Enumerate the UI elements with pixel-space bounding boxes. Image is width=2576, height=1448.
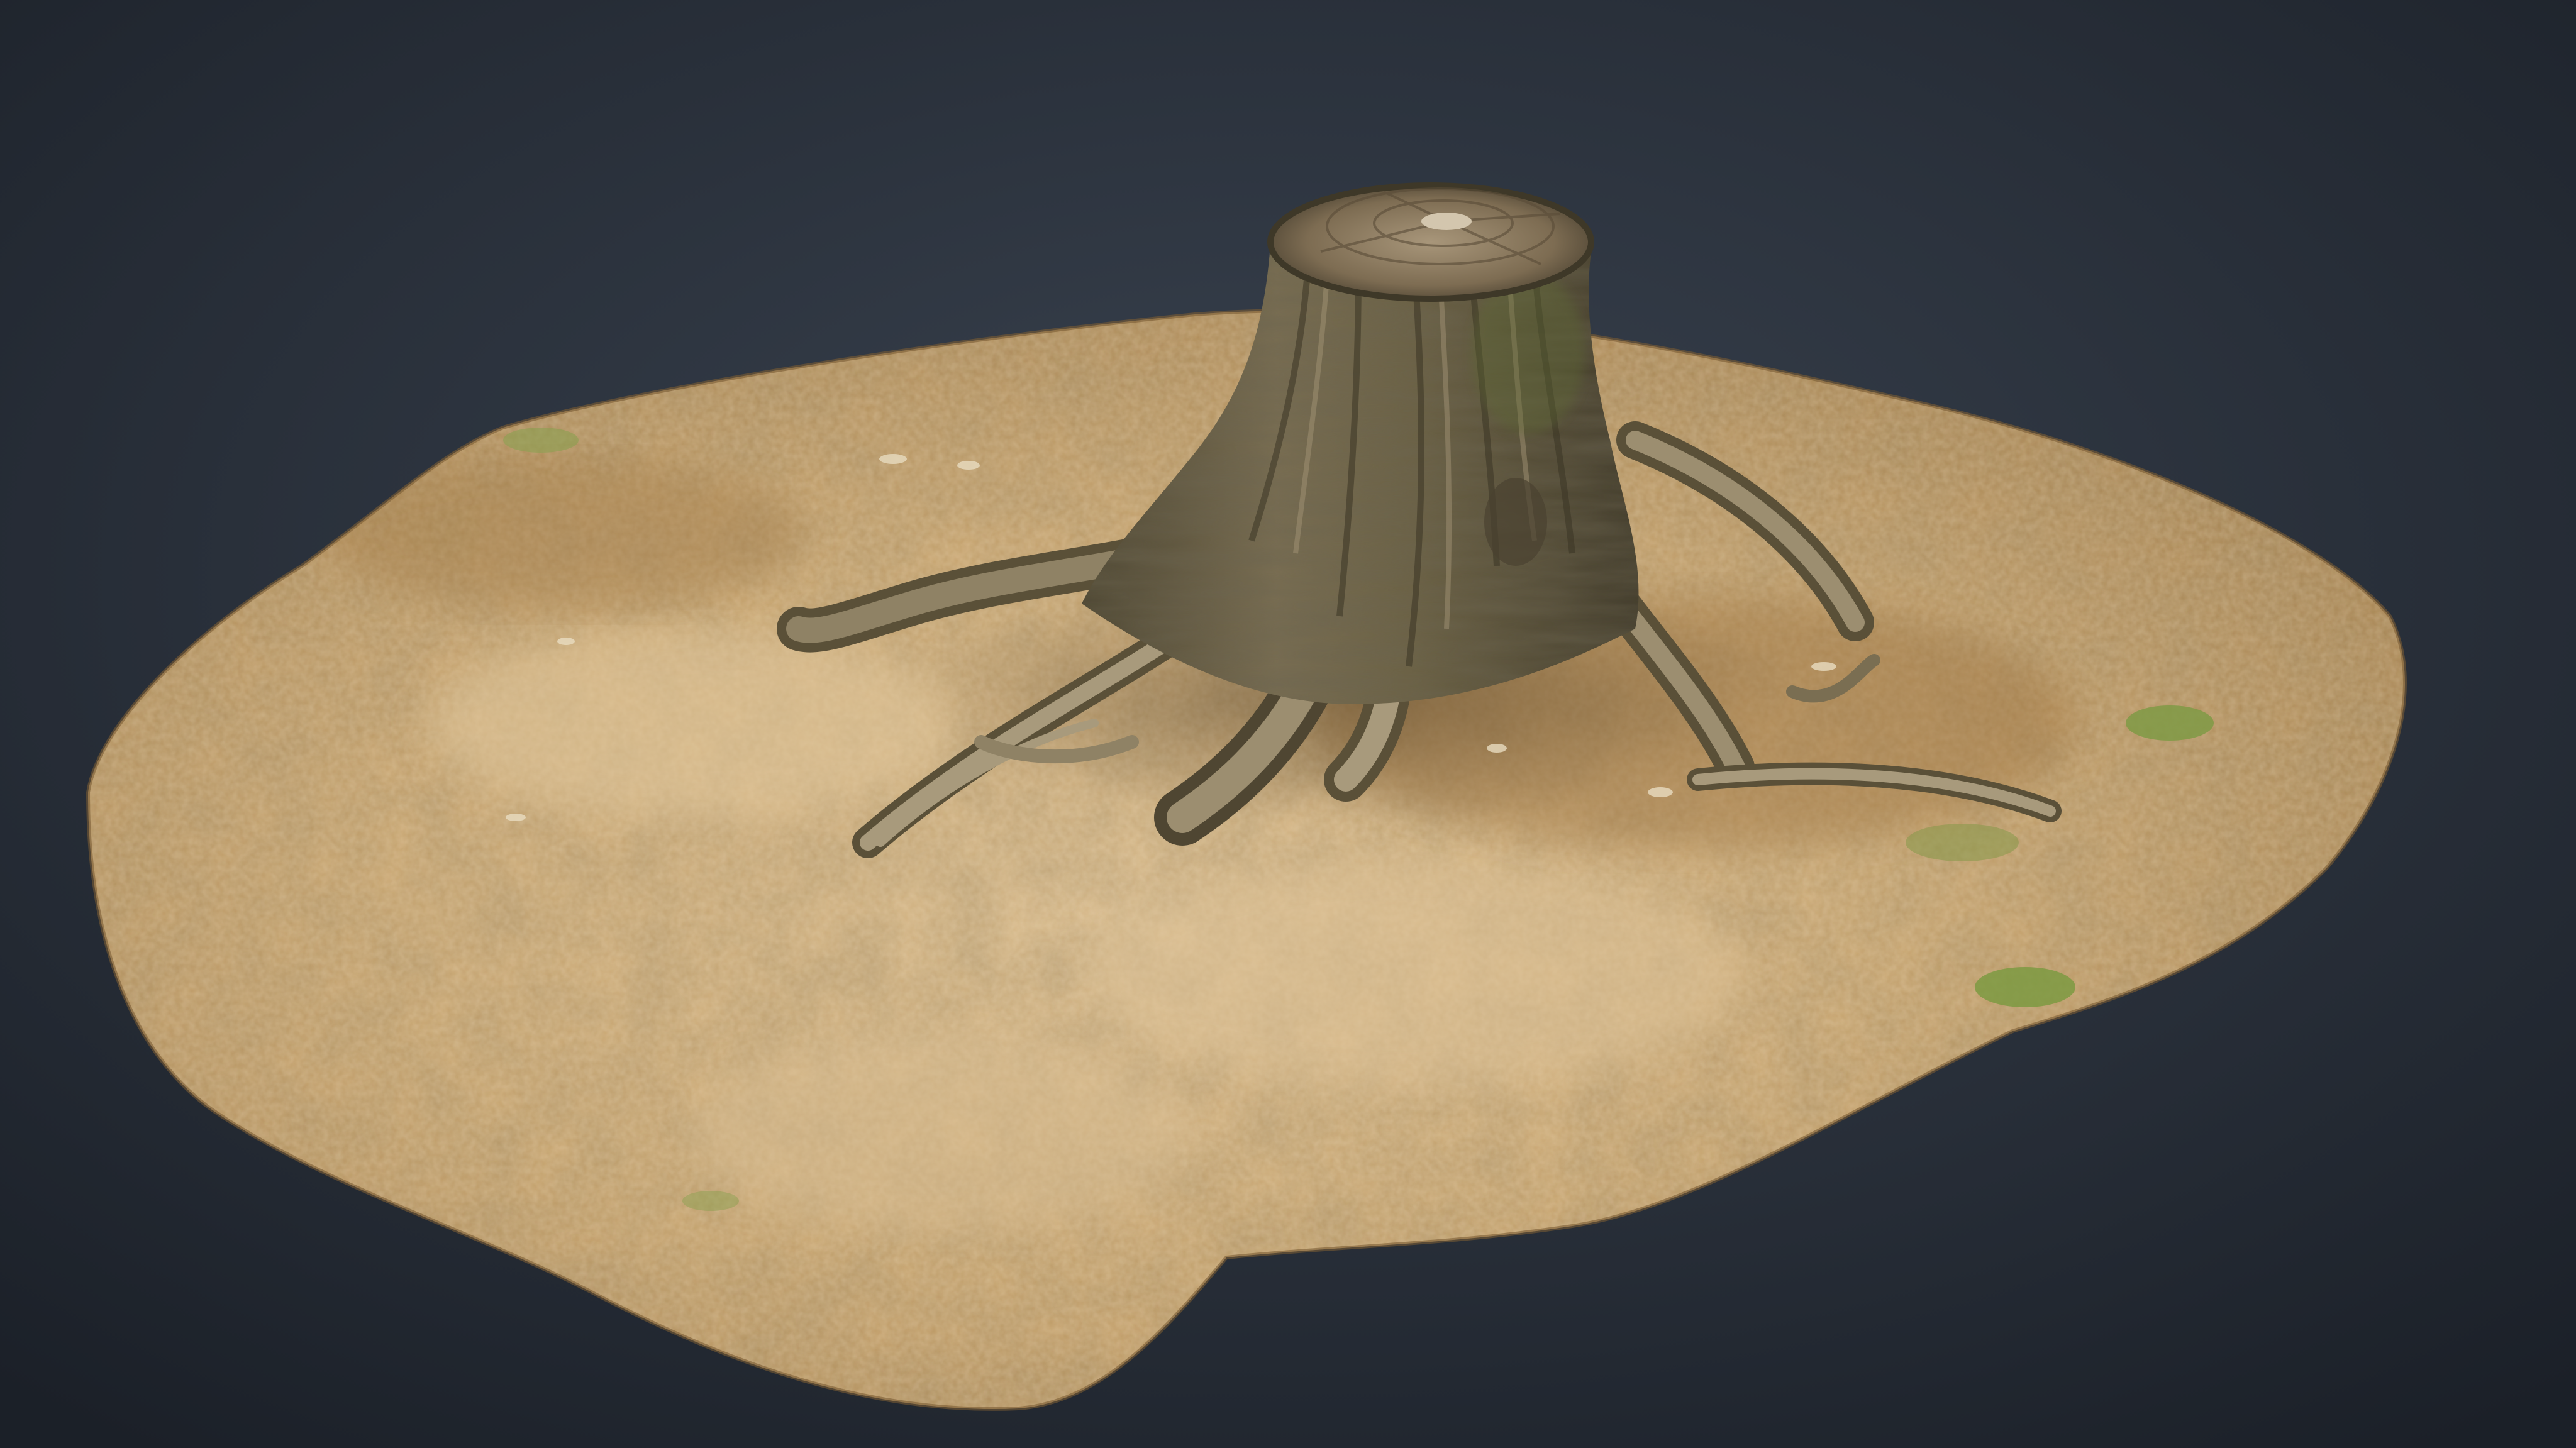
- moss-patch: [1975, 967, 2075, 1007]
- moss-patch: [503, 428, 579, 453]
- moss-patch: [2126, 705, 2214, 741]
- stump-center-ring: [1421, 213, 1472, 230]
- render-viewport: [0, 0, 2576, 1448]
- moss-patch: [682, 1191, 739, 1211]
- moss-patch: [1906, 824, 2019, 861]
- stump-top: [1267, 182, 1594, 302]
- scene-canvas: [0, 0, 2576, 1448]
